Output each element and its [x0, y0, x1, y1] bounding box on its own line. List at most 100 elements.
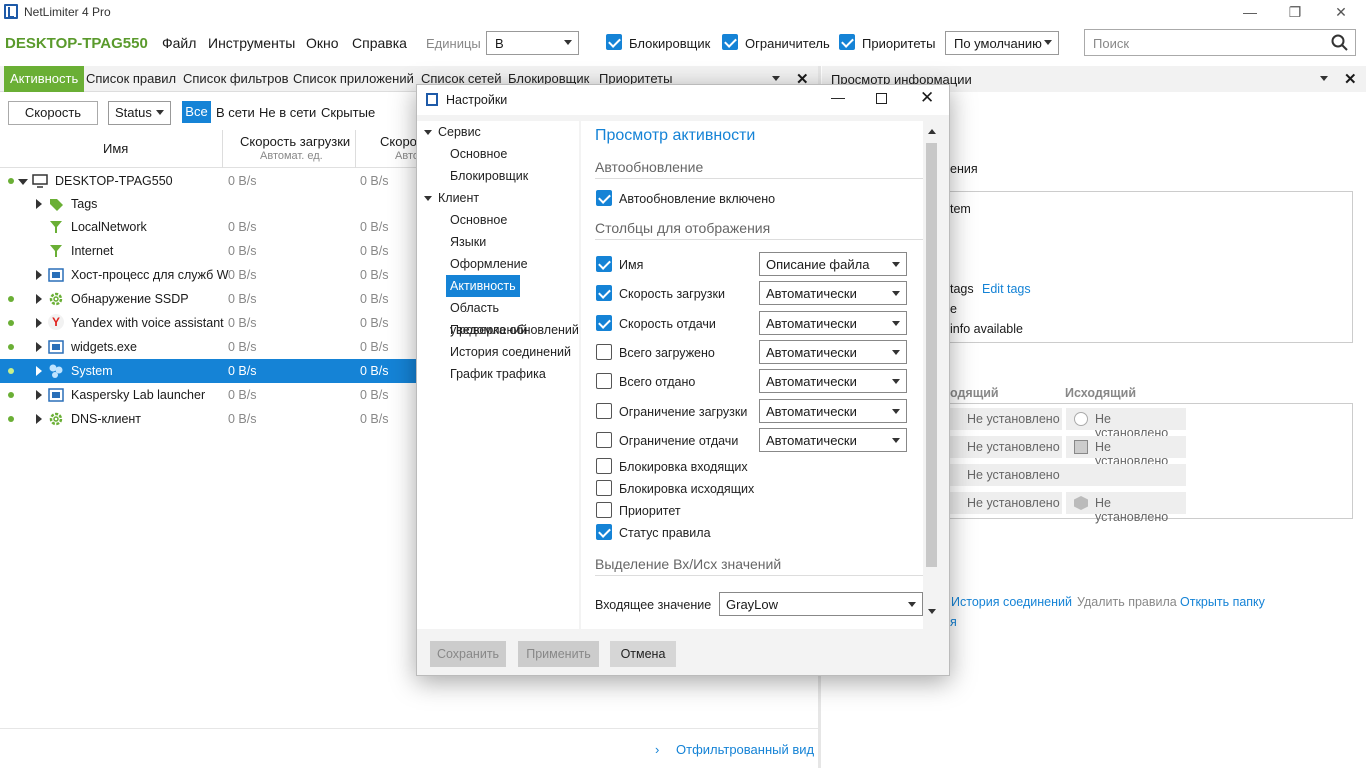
col-limit-up-format-select[interactable]: Автоматически [759, 428, 907, 452]
profile-select[interactable]: По умолчанию [945, 31, 1059, 55]
expand-icon[interactable] [36, 390, 42, 400]
tab-filters[interactable]: Список фильтров [177, 66, 295, 92]
col-block-in-checkbox[interactable] [596, 458, 612, 474]
minimize-button[interactable]: — [1227, 0, 1273, 24]
col-name[interactable]: Имя [103, 141, 128, 156]
row-up: 0 B/s [360, 388, 389, 402]
search-input[interactable]: Поиск [1084, 29, 1356, 56]
col-upload[interactable]: Скоро [380, 134, 417, 149]
save-button[interactable]: Сохранить [430, 641, 506, 667]
menu-file[interactable]: Файл [162, 35, 196, 51]
content-scrollbar[interactable] [925, 125, 939, 619]
col-total-up-checkbox[interactable] [596, 373, 612, 389]
panel-close-icon[interactable]: ✕ [1344, 70, 1357, 88]
tree-client-traffic-chart[interactable]: График трафика [450, 363, 546, 385]
speed-button[interactable]: Скорость [8, 101, 98, 125]
col-download[interactable]: Скорость загрузки [240, 134, 350, 149]
scroll-thumb[interactable] [926, 143, 937, 567]
menu-window[interactable]: Окно [306, 35, 339, 51]
info-partial-link[interactable]: я [950, 615, 957, 629]
row-down: 0 B/s [228, 268, 257, 282]
outgoing-other[interactable]: Не установлено [1066, 492, 1186, 524]
tab-activity[interactable]: Активность [4, 66, 85, 92]
menu-tools[interactable]: Инструменты [208, 35, 295, 51]
apply-button[interactable]: Применить [518, 641, 599, 667]
outgoing-limit[interactable]: Не установлено [1066, 408, 1186, 440]
col-name-format-select[interactable]: Описание файла [759, 252, 907, 276]
incoming-other[interactable]: Не установлено [942, 492, 1062, 514]
outgoing-block[interactable]: Не установлено [1066, 436, 1186, 468]
incoming-block[interactable]: Не установлено [942, 436, 1062, 458]
limiter-checkbox[interactable] [722, 34, 738, 50]
expand-icon[interactable] [36, 294, 42, 304]
incoming-value-select[interactable]: GrayLow [719, 592, 923, 616]
tree-client-activity[interactable]: Активность [446, 275, 520, 297]
col-limit-down-format-select[interactable]: Автоматически [759, 399, 907, 423]
tree-collapse-icon[interactable] [424, 196, 432, 201]
col-name-checkbox[interactable] [596, 256, 612, 272]
tree-client[interactable]: Клиент [438, 187, 479, 209]
tree-client-history[interactable]: История соединений [450, 341, 571, 363]
col-block-out-checkbox[interactable] [596, 480, 612, 496]
col-rule-status-checkbox[interactable] [596, 524, 612, 540]
scroll-up-icon[interactable] [928, 129, 936, 134]
expand-icon[interactable] [36, 318, 42, 328]
tab-rules[interactable]: Список правил [80, 66, 182, 92]
tab-apps[interactable]: Список приложений [287, 66, 420, 92]
status-select[interactable]: Status [108, 101, 171, 125]
tree-collapse-icon[interactable] [424, 130, 432, 135]
tree-client-languages[interactable]: Языки [450, 231, 486, 253]
expand-icon[interactable] [36, 199, 42, 209]
col-priority-checkbox[interactable] [596, 502, 612, 518]
expand-icon[interactable] [36, 342, 42, 352]
menu-help[interactable]: Справка [352, 35, 407, 51]
tree-service[interactable]: Сервис [438, 121, 481, 143]
filter-offline[interactable]: Не в сети [259, 105, 316, 120]
priorities-checkbox[interactable] [839, 34, 855, 50]
blocker-checkbox[interactable] [606, 34, 622, 50]
dialog-maximize-button[interactable] [876, 93, 887, 104]
dialog-close-button[interactable]: ✕ [920, 88, 934, 108]
col-limit-down-checkbox[interactable] [596, 403, 612, 419]
tabs-dropdown-icon[interactable] [772, 76, 780, 81]
col-download-format-select[interactable]: Автоматически [759, 281, 907, 305]
filter-hidden[interactable]: Скрытые [321, 105, 375, 120]
scroll-down-icon[interactable] [928, 609, 936, 614]
col-total-down-checkbox[interactable] [596, 344, 612, 360]
tree-client-updates[interactable]: Проверка обновлений [450, 319, 579, 341]
dialog-minimize-button[interactable]: — [831, 89, 845, 105]
priority-row[interactable]: Не установлено [942, 464, 1186, 486]
history-link[interactable]: История соединений [951, 595, 1072, 609]
tree-client-appearance[interactable]: Оформление [450, 253, 528, 275]
filter-online[interactable]: В сети [216, 105, 255, 120]
row-name: widgets.exe [71, 340, 138, 354]
panel-dropdown-icon[interactable] [1320, 76, 1328, 81]
close-button[interactable]: ✕ [1318, 0, 1364, 24]
col-upload-format-select[interactable]: Автоматически [759, 311, 907, 335]
cancel-button[interactable]: Отмена [610, 641, 676, 667]
autorefresh-checkbox[interactable] [596, 190, 612, 206]
open-folder-link[interactable]: Открыть папку [1180, 595, 1265, 609]
filtered-view-link[interactable]: Отфильтрованный вид [676, 742, 814, 757]
col-limit-up-checkbox[interactable] [596, 432, 612, 448]
col-total-up-format-select[interactable]: Автоматически [759, 369, 907, 393]
delete-rules-link[interactable]: Удалить правила [1077, 595, 1177, 609]
col-download-checkbox[interactable] [596, 285, 612, 301]
col-total-down-format-select[interactable]: Автоматически [759, 340, 907, 364]
col-upload-checkbox[interactable] [596, 315, 612, 331]
filter-all[interactable]: Все [182, 101, 211, 123]
tree-service-general[interactable]: Основное [450, 143, 507, 165]
incoming-limit[interactable]: Не установлено [942, 408, 1062, 430]
tree-service-blocker[interactable]: Блокировщик [450, 165, 528, 187]
edit-tags-link[interactable]: Edit tags [982, 282, 1031, 296]
incoming-header: одящий [950, 386, 999, 400]
restore-button[interactable]: ❐ [1272, 0, 1318, 24]
tree-client-notifications[interactable]: Область уведомлений [450, 297, 579, 337]
units-select[interactable]: B [486, 31, 579, 55]
expand-icon[interactable] [36, 366, 42, 376]
tree-client-general[interactable]: Основное [450, 209, 507, 231]
expand-icon[interactable] [18, 179, 28, 185]
expand-icon[interactable] [36, 414, 42, 424]
expand-icon[interactable] [36, 270, 42, 280]
search-icon[interactable] [1331, 34, 1349, 52]
